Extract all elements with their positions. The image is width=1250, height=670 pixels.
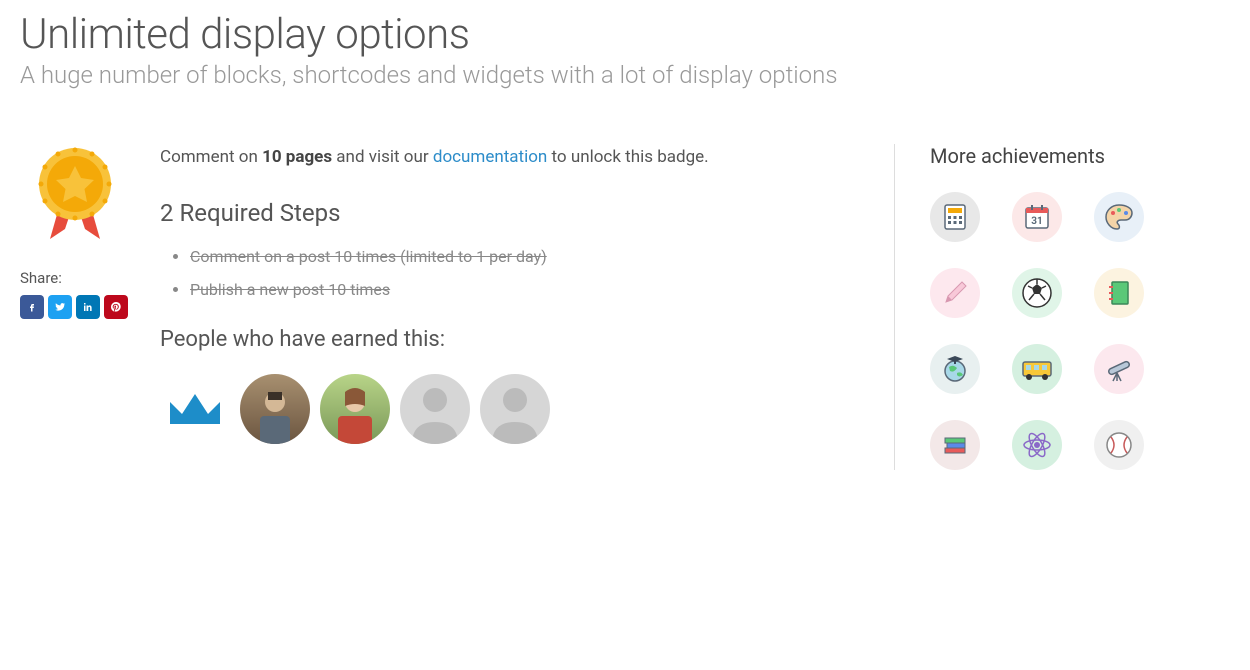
content-column: Comment on 10 pages and visit our docume… bbox=[160, 144, 859, 470]
books-icon bbox=[940, 430, 970, 460]
share-facebook-button[interactable] bbox=[20, 295, 44, 319]
share-pinterest-button[interactable] bbox=[104, 295, 128, 319]
achievement-globe[interactable] bbox=[930, 344, 980, 394]
intro-text-3: to unlock this badge. bbox=[547, 147, 708, 167]
earners-row bbox=[160, 374, 859, 444]
achievement-books[interactable] bbox=[930, 420, 980, 470]
linkedin-icon bbox=[82, 301, 94, 313]
telescope-icon bbox=[1103, 353, 1135, 385]
steps-heading: 2 Required Steps bbox=[160, 199, 859, 227]
intro-bold: 10 pages bbox=[262, 147, 332, 167]
intro-text-2: and visit our bbox=[332, 147, 433, 167]
notebook-icon bbox=[1104, 278, 1134, 308]
intro-text: Comment on bbox=[160, 147, 262, 167]
calculator-icon bbox=[940, 202, 970, 232]
page-subtitle: A huge number of blocks, shortcodes and … bbox=[20, 61, 1230, 89]
atom-icon bbox=[1021, 429, 1053, 461]
step-item: Publish a new post 10 times bbox=[190, 280, 859, 299]
achievement-soccer[interactable] bbox=[1012, 268, 1062, 318]
steps-list: Comment on a post 10 times (limited to 1… bbox=[160, 247, 859, 299]
achievement-calculator[interactable] bbox=[930, 192, 980, 242]
achievement-calendar[interactable]: 31 bbox=[1012, 192, 1062, 242]
earner-crown[interactable] bbox=[160, 374, 230, 444]
facebook-icon bbox=[26, 301, 38, 313]
achievement-pencil[interactable] bbox=[930, 268, 980, 318]
sidebar: More achievements 31 bbox=[930, 144, 1230, 470]
earner-placeholder[interactable] bbox=[480, 374, 550, 444]
medal-icon bbox=[30, 144, 120, 244]
share-label: Share: bbox=[20, 269, 62, 287]
achievements-grid: 31 bbox=[930, 192, 1230, 470]
twitter-icon bbox=[54, 301, 66, 313]
avatar-icon bbox=[240, 374, 310, 444]
sidebar-title: More achievements bbox=[930, 144, 1230, 168]
person-icon bbox=[480, 374, 550, 444]
earner-avatar[interactable] bbox=[240, 374, 310, 444]
badge-column: Share: bbox=[20, 144, 130, 470]
calendar-icon: 31 bbox=[1022, 202, 1052, 232]
crown-icon bbox=[160, 374, 230, 444]
achievement-palette[interactable] bbox=[1094, 192, 1144, 242]
palette-icon bbox=[1103, 201, 1135, 233]
earner-avatar[interactable] bbox=[320, 374, 390, 444]
baseball-icon bbox=[1104, 430, 1134, 460]
school-bus-icon bbox=[1020, 354, 1054, 384]
main-content: Share: Comment on 10 pages and visit our… bbox=[20, 144, 895, 470]
share-twitter-button[interactable] bbox=[48, 295, 72, 319]
earner-placeholder[interactable] bbox=[400, 374, 470, 444]
achievement-telescope[interactable] bbox=[1094, 344, 1144, 394]
achievement-atom[interactable] bbox=[1012, 420, 1062, 470]
pencil-icon bbox=[940, 278, 970, 308]
pinterest-icon bbox=[110, 301, 122, 313]
achievement-notebook[interactable] bbox=[1094, 268, 1144, 318]
step-item: Comment on a post 10 times (limited to 1… bbox=[190, 247, 859, 266]
earned-heading: People who have earned this: bbox=[160, 327, 859, 352]
achievement-bus[interactable] bbox=[1012, 344, 1062, 394]
svg-text:31: 31 bbox=[1031, 216, 1042, 227]
person-icon bbox=[400, 374, 470, 444]
soccer-ball-icon bbox=[1020, 276, 1054, 310]
share-row bbox=[20, 295, 128, 319]
achievement-baseball[interactable] bbox=[1094, 420, 1144, 470]
badge-intro: Comment on 10 pages and visit our docume… bbox=[160, 144, 859, 171]
avatar-icon bbox=[320, 374, 390, 444]
documentation-link[interactable]: documentation bbox=[433, 147, 547, 167]
share-linkedin-button[interactable] bbox=[76, 295, 100, 319]
globe-grad-icon bbox=[939, 353, 971, 385]
page-title: Unlimited display options bbox=[20, 10, 1230, 59]
